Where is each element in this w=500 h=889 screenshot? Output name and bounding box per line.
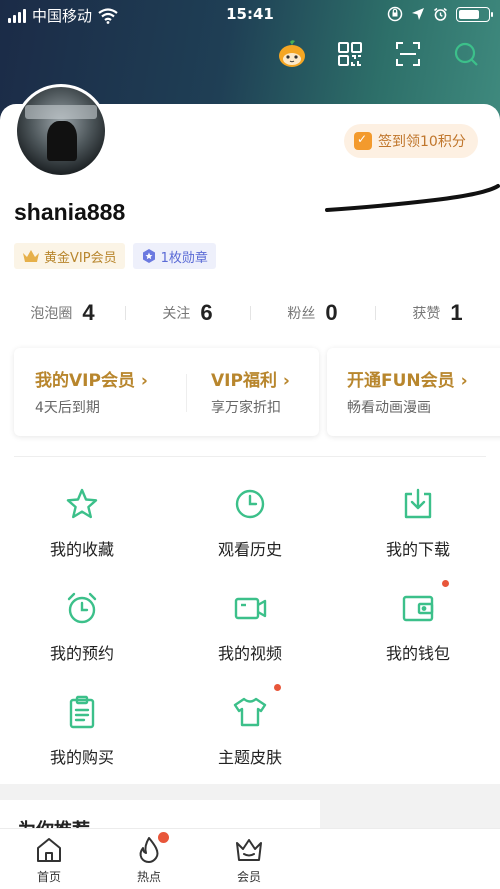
avatar[interactable] xyxy=(14,84,108,178)
stat-label: 关注 xyxy=(162,306,191,322)
checkin-button[interactable]: 签到领10积分 xyxy=(344,124,478,158)
crown-icon xyxy=(234,835,264,865)
stats-row: 泡泡圈 4 关注 6 粉丝 0 获赞 1 xyxy=(0,298,500,328)
alarm-icon xyxy=(434,7,447,21)
reservations-button[interactable]: 我的预约 xyxy=(2,590,162,680)
vip-badge[interactable]: 黄金VIP会员 xyxy=(14,243,125,269)
wallet-icon xyxy=(400,590,436,626)
grid-item-label: 主题皮肤 xyxy=(217,748,282,767)
stat-followers[interactable]: 粉丝 0 xyxy=(250,298,375,328)
vip-subtitle: 享万家折扣 xyxy=(211,400,281,416)
bottom-tab-bar: 首页 热点 会员 xyxy=(0,828,500,889)
download-icon xyxy=(400,486,436,522)
watch-history-button[interactable]: 观看历史 xyxy=(170,486,330,576)
tab-home[interactable]: 首页 xyxy=(14,835,84,885)
orientation-lock-icon xyxy=(387,6,403,22)
vip-badge-label: 黄金VIP会员 xyxy=(44,250,117,266)
vip-subtitle: 畅看动画漫画 xyxy=(347,400,431,416)
stat-likes[interactable]: 获赞 1 xyxy=(375,298,500,328)
calendar-check-icon xyxy=(354,132,372,150)
vip-title: 我的VIP会员 › xyxy=(35,371,148,391)
video-camera-icon xyxy=(232,590,268,626)
stat-label: 泡泡圈 xyxy=(30,306,73,322)
battery-icon xyxy=(456,6,493,22)
notification-dot xyxy=(274,684,281,691)
clock-icon xyxy=(232,486,268,522)
grid-item-label: 观看历史 xyxy=(217,540,282,559)
theme-skin-button[interactable]: 主题皮肤 xyxy=(170,684,330,784)
tab-membership[interactable]: 会员 xyxy=(214,835,284,885)
grid-item-label: 我的钱包 xyxy=(385,644,450,663)
scan-icon[interactable] xyxy=(392,38,424,70)
star-icon xyxy=(64,486,100,522)
wallet-button[interactable]: 我的钱包 xyxy=(338,580,498,680)
tab-label: 会员 xyxy=(236,870,261,884)
username[interactable]: shania888 xyxy=(14,199,125,226)
grid-item-label: 我的视频 xyxy=(217,644,282,663)
vip-card: 我的VIP会员 › 4天后到期 VIP福利 › 享万家折扣 xyxy=(14,348,319,436)
stat-label: 粉丝 xyxy=(287,306,316,322)
stat-following[interactable]: 关注 6 xyxy=(125,298,250,328)
stat-value: 4 xyxy=(82,300,95,325)
flame-icon xyxy=(134,832,169,865)
clipboard-icon xyxy=(64,694,100,730)
tab-label: 热点 xyxy=(136,870,161,884)
crown-badge-icon xyxy=(23,250,39,262)
checkin-label: 签到领10积分 xyxy=(378,134,466,150)
divider xyxy=(14,456,486,457)
mascot-avatar-icon[interactable] xyxy=(276,38,308,70)
stat-value: 0 xyxy=(325,300,338,325)
grid-item-label: 我的收藏 xyxy=(49,540,114,559)
alarm-clock-icon xyxy=(64,590,100,626)
medal-badge[interactable]: 1枚勋章 xyxy=(132,243,216,269)
medal-hexagon-icon xyxy=(142,249,155,263)
vip-title: VIP福利 › xyxy=(211,371,290,391)
vip-benefits-button[interactable]: VIP福利 › 享万家折扣 xyxy=(211,366,290,417)
status-bar: 中国移动 15:41 xyxy=(0,0,500,30)
grid-item-label: 我的下载 xyxy=(385,540,450,559)
tab-trending[interactable]: 热点 xyxy=(114,832,184,885)
location-arrow-icon xyxy=(412,8,424,20)
notification-dot xyxy=(442,580,449,587)
my-videos-button[interactable]: 我的视频 xyxy=(170,590,330,680)
home-icon xyxy=(34,835,64,865)
stat-value: 1 xyxy=(450,300,463,325)
stat-label: 获赞 xyxy=(412,306,441,322)
vip-subtitle: 4天后到期 xyxy=(35,400,100,416)
my-vip-button[interactable]: 我的VIP会员 › 4天后到期 xyxy=(35,366,148,417)
stat-value: 6 xyxy=(200,300,213,325)
vip-title: 开通FUN会员 › xyxy=(347,371,468,391)
search-icon[interactable] xyxy=(450,38,482,70)
downloads-button[interactable]: 我的下载 xyxy=(338,486,498,576)
tshirt-icon xyxy=(232,694,268,730)
favorites-button[interactable]: 我的收藏 xyxy=(2,486,162,576)
stat-bubble-circle[interactable]: 泡泡圈 4 xyxy=(0,298,125,328)
fun-member-card[interactable]: 开通FUN会员 › 畅看动画漫画 xyxy=(327,348,500,436)
purchases-button[interactable]: 我的购买 xyxy=(2,694,162,784)
scribble-mark xyxy=(325,184,500,212)
tab-label: 首页 xyxy=(36,870,61,884)
medal-badge-label: 1枚勋章 xyxy=(160,250,208,266)
grid-item-label: 我的预约 xyxy=(49,644,114,663)
qr-code-icon[interactable] xyxy=(334,38,366,70)
notification-dot xyxy=(158,832,169,843)
grid-item-label: 我的购买 xyxy=(49,748,114,767)
